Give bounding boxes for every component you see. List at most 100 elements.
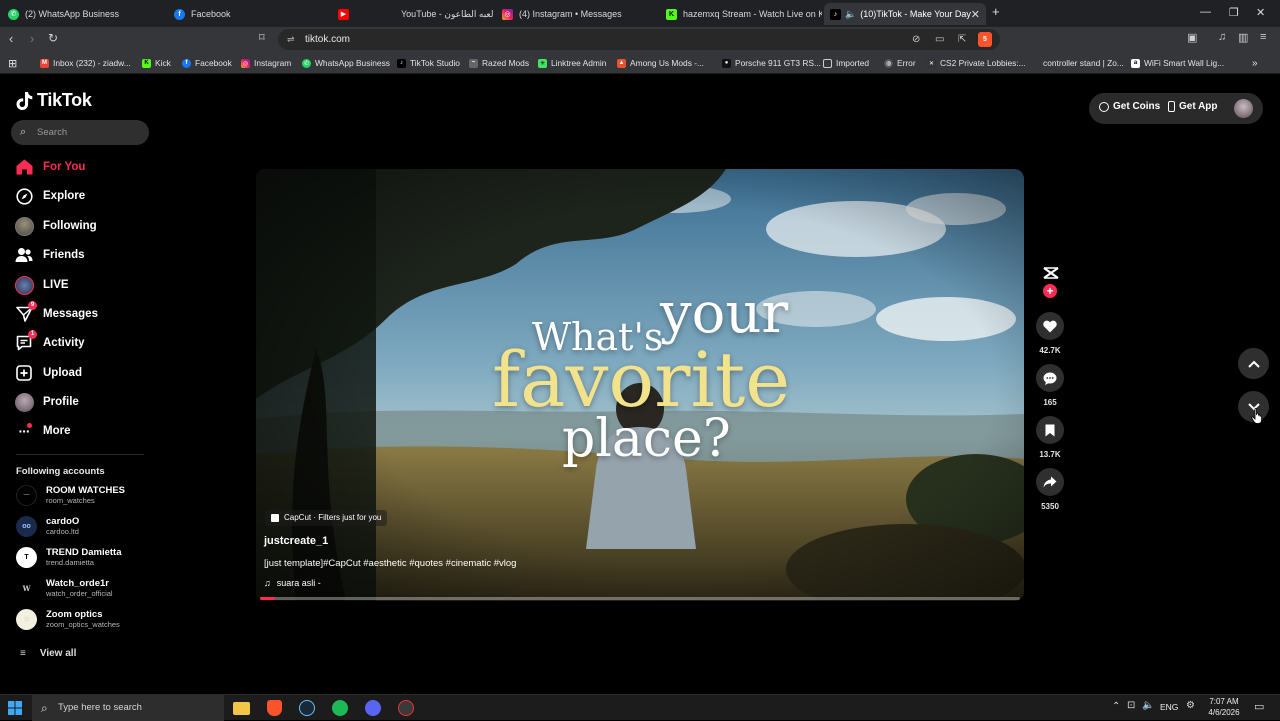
following-account-trend-damietta[interactable]: T TREND Damietta trend.damietta [16, 544, 122, 570]
tab-tiktok-active[interactable]: ♪ 🔈 (10)TikTok - Make Your Day ✕ [824, 3, 986, 25]
more-bookmarks-icon[interactable]: » [1252, 56, 1258, 70]
bookmark-kick[interactable]: K Kick [142, 56, 171, 70]
network-icon[interactable]: ⊡ [1127, 700, 1135, 711]
share-button[interactable] [1036, 468, 1064, 496]
like-count: 42.7K [1039, 346, 1061, 355]
following-account-room-watches[interactable]: — ROOM WATCHES room_watches [16, 482, 125, 508]
nav-profile[interactable]: Profile [14, 391, 79, 413]
nav-live[interactable]: LIVE [14, 274, 69, 296]
forward-icon[interactable]: › [30, 31, 34, 46]
bookmark-label: WiFi Smart Wall Lig... [1144, 58, 1225, 68]
apps-grid-icon[interactable]: ⊞ [8, 56, 17, 70]
taskbar-clock[interactable]: 7:07 AM 4/6/2026 [1202, 696, 1246, 718]
media-icon[interactable]: ♫ [1218, 31, 1226, 43]
sidebar-toggle-icon[interactable]: ▣ [1187, 31, 1197, 44]
sound-label: suara asli - [276, 578, 321, 588]
taskbar-search-input[interactable]: ⌕ Type here to search [32, 695, 224, 721]
nav-for-you[interactable]: For You [14, 156, 85, 178]
recorder-icon[interactable] [396, 698, 416, 718]
tab-facebook[interactable]: f Facebook [174, 3, 334, 25]
video-author[interactable]: justcreate_1 [264, 535, 328, 547]
nav-upload[interactable]: Upload [14, 362, 82, 384]
video-player[interactable]: What's your favorite place? CapCut · Fil… [256, 169, 1024, 601]
tab-kick[interactable]: K hazemxq Stream - Watch Live on Kick [666, 3, 822, 25]
like-button[interactable] [1036, 312, 1064, 340]
windows-start-icon[interactable] [8, 701, 22, 715]
logo-text: TikTok [37, 90, 92, 110]
panel-icon[interactable]: ▥ [1238, 31, 1248, 44]
new-tab-button[interactable]: + [992, 4, 1000, 19]
address-bar[interactable]: ⇌ tiktok.com ⊘ ▭ ⇱ 5 [278, 29, 1000, 50]
get-app-button[interactable]: Get App [1168, 101, 1218, 112]
close-window-button[interactable]: ✕ [1256, 6, 1265, 19]
tiktok-logo[interactable]: TikTok [16, 90, 92, 111]
nav-explore[interactable]: Explore [14, 185, 85, 207]
comment-button[interactable] [1036, 364, 1064, 392]
save-button[interactable] [1036, 416, 1064, 444]
capcut-creator-icon[interactable] [1042, 266, 1060, 280]
bookmark-razed[interactable]: ~ Razed Mods [469, 56, 529, 70]
menu-icon[interactable]: ≡ [1260, 31, 1266, 43]
chevron-up-icon[interactable]: ⌃ [1112, 701, 1120, 712]
tab-youtube[interactable]: ▶ YouTube - لعبه الطاعون [338, 3, 496, 25]
following-account-zoom-optics[interactable]: ◌ Zoom optics zoom_optics_watches [16, 606, 120, 632]
nav-label: Activity [43, 337, 85, 349]
bookmark-wifi-light[interactable]: a WiFi Smart Wall Lig... [1131, 56, 1224, 70]
bookmark-porsche[interactable]: ● Porsche 911 GT3 RS... [722, 56, 821, 70]
discord-icon[interactable] [363, 698, 383, 718]
bookmark-gmail[interactable]: M Inbox (232) - ziadw... [40, 56, 131, 70]
bookmark-tiktok-studio[interactable]: ♪ TikTok Studio [397, 56, 460, 70]
video-progress-track[interactable] [260, 597, 1020, 600]
file-explorer-icon[interactable] [231, 698, 251, 718]
nav-label: More [43, 425, 71, 437]
bookmark-error[interactable]: ◍ Error [884, 56, 916, 70]
following-account-cardoo[interactable]: oo cardoO cardoo.ltd [16, 513, 79, 539]
nav-more[interactable]: ··· More [14, 420, 70, 442]
bookmark-label: Kick [155, 58, 171, 68]
bookmark-instagram[interactable]: ◎ Instagram [241, 56, 291, 70]
restore-button[interactable]: ❐ [1229, 6, 1239, 19]
brave-browser-icon[interactable] [264, 698, 284, 718]
nav-following[interactable]: Following [14, 215, 97, 237]
bookmark-cs2[interactable]: ✕ CS2 Private Lobbies:... [927, 56, 1026, 70]
volume-icon[interactable]: 🔈 [1142, 700, 1154, 711]
share-icon[interactable]: ⇱ [958, 29, 966, 50]
language-indicator[interactable]: ENG [1160, 702, 1178, 712]
previous-video-button[interactable] [1238, 348, 1269, 379]
bookmark-amongus[interactable]: ▲ Among Us Mods -... [617, 56, 704, 70]
tab-instagram[interactable]: ◎ (4) Instagram • Messages [502, 3, 660, 25]
tab-whatsapp[interactable]: ✆ (2) WhatsApp Business [8, 3, 168, 25]
get-coins-button[interactable]: Get Coins [1099, 101, 1160, 112]
user-avatar[interactable] [1234, 99, 1253, 118]
close-tab-icon[interactable]: ✕ [971, 8, 980, 21]
settings-gear-icon[interactable]: ⚙ [1186, 700, 1195, 711]
spotify-icon[interactable] [330, 698, 350, 718]
bookmark-icon[interactable]: ⌑ [259, 31, 265, 44]
bookmark-controller-stand[interactable]: controller stand | Zo... [1030, 56, 1124, 70]
brave-shields-icon[interactable]: 5 [978, 32, 992, 47]
install-icon[interactable]: ▭ [935, 29, 944, 50]
nav-friends[interactable]: Friends [14, 244, 85, 266]
cast-icon[interactable]: ⊘ [912, 29, 920, 50]
nav-messages[interactable]: 9 Messages [14, 301, 98, 325]
reload-icon[interactable]: ↻ [48, 31, 58, 45]
capcut-tag[interactable]: CapCut · Filters just for you [265, 510, 388, 526]
notifications-icon[interactable]: ▭ [1254, 700, 1264, 713]
bookmark-imported-folder[interactable]: Imported [823, 56, 869, 70]
view-all-link[interactable]: ≡ View all [20, 648, 76, 659]
nav-activity[interactable]: 1 Activity [14, 330, 85, 354]
bookmark-facebook[interactable]: f Facebook [182, 56, 232, 70]
chevron-up-icon [1247, 360, 1260, 368]
heart-icon [1043, 320, 1057, 332]
bookmark-whatsapp[interactable]: ✆ WhatsApp Business [302, 56, 390, 70]
back-icon[interactable]: ‹ [9, 31, 13, 46]
follow-plus-button[interactable]: + [1043, 284, 1057, 298]
following-account-watch-order[interactable]: W Watch_orde1r watch_order_official [16, 575, 113, 601]
minimize-button[interactable]: — [1200, 6, 1211, 18]
steam-icon[interactable] [297, 698, 317, 718]
amongus-icon: ▲ [617, 58, 626, 68]
site-info-icon[interactable]: ⇌ [287, 29, 295, 50]
video-sound[interactable]: ♫ suara asli - [264, 578, 321, 588]
search-input[interactable]: ⌕ Search [11, 120, 149, 145]
bookmark-linktree[interactable]: ✳ Linktree Admin [538, 56, 606, 70]
